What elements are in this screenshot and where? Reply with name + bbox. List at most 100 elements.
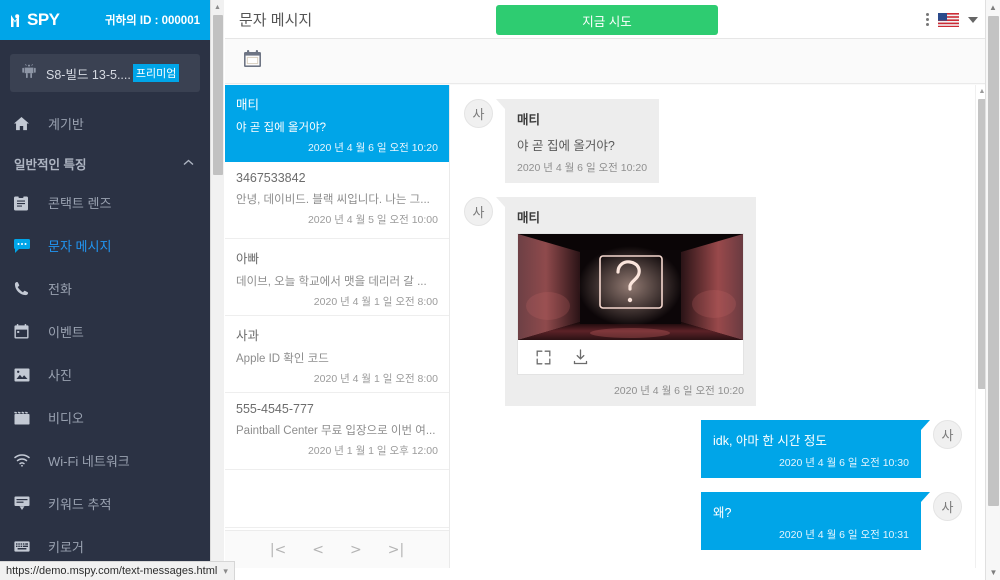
pager-first-button[interactable]: |<: [270, 542, 286, 558]
chevron-up-icon: [183, 158, 194, 169]
bubble-time: 2020 년 4 월 6 일 오전 10:20: [613, 385, 744, 397]
list-item[interactable]: 매티 야 곧 집에 올거야? 2020 년 4 월 6 일 오전 10:20: [225, 85, 449, 162]
device-selector[interactable]: S8-빌드 13-5.... 프리미엄: [10, 54, 200, 92]
browser-scrollbar[interactable]: ▲ ▼: [985, 0, 1000, 580]
chevron-down-icon[interactable]: [968, 16, 978, 23]
mspy-logo-text: SPY: [27, 10, 60, 29]
contacts-icon: [14, 194, 44, 211]
message-preview: Paintball Center 무료 입장으로 이번 여...: [236, 425, 436, 437]
calendar-icon: [14, 324, 44, 339]
sidebar-scroll-thumb[interactable]: [213, 15, 223, 175]
chat-bubble-outgoing[interactable]: 왜? 2020 년 4 월 6 일 오전 10:31: [701, 492, 930, 550]
message-time: 2020 년 4 월 6 일 오전 10:20: [307, 142, 438, 154]
message-preview: Apple ID 확인 코드: [236, 353, 329, 365]
pager-prev-button[interactable]: <: [312, 542, 324, 558]
android-icon: [18, 63, 40, 83]
keyboard-icon: [14, 541, 44, 552]
sidebar: SPY 귀하의 ID : 000001 S8-빌드 13-5.... 프리미엄: [0, 0, 210, 580]
message-time: 2020 년 1 월 1 일 오후 12:00: [307, 445, 438, 457]
message-preview: 야 곧 집에 올거야?: [236, 122, 327, 134]
sidebar-item-label: 전화: [48, 282, 72, 297]
sidebar-item-contacts[interactable]: 콘택트 렌즈: [0, 181, 210, 224]
list-empty-filler: [225, 470, 449, 528]
sidebar-section-general[interactable]: 일반적인 특징: [0, 145, 210, 181]
sidebar-item-calls[interactable]: 전화: [0, 267, 210, 310]
mspy-logo[interactable]: SPY: [10, 10, 60, 30]
video-icon: [14, 411, 44, 425]
calendar-filter-icon[interactable]: [243, 49, 262, 73]
panes: 매티 야 곧 집에 올거야? 2020 년 4 월 6 일 오전 10:20 3…: [225, 85, 988, 568]
message-sender: 555-4545-777: [236, 402, 314, 416]
list-item[interactable]: 아빠 데이브, 오늘 학교에서 맷을 데리러 갈 ... 2020 년 4 월 …: [225, 239, 449, 316]
chat-message-row: idk, 아마 한 시간 정도 2020 년 4 월 6 일 오전 10:30 …: [464, 420, 962, 478]
pager-next-button[interactable]: >: [350, 542, 362, 558]
keyword-icon: [14, 496, 44, 511]
sidebar-item-label: Wi-Fi 네트워크: [48, 454, 130, 469]
sidebar-item-label: 이벤트: [48, 325, 84, 340]
pagination-controls: |< < > >|: [225, 530, 449, 568]
app-root: SPY 귀하의 ID : 000001 S8-빌드 13-5.... 프리미엄: [0, 0, 1000, 580]
scroll-up-arrow-icon[interactable]: ▲: [986, 0, 1000, 15]
sidebar-scrollbar[interactable]: ▲: [210, 0, 224, 568]
message-time: 2020 년 4 월 1 일 오전 8:00: [313, 373, 438, 385]
sidebar-item-text-messages[interactable]: 문자 메시지: [0, 224, 210, 267]
scroll-up-arrow-icon[interactable]: ▲: [211, 0, 224, 14]
scroll-down-arrow-icon[interactable]: ▼: [986, 565, 1000, 580]
status-url: https://demo.mspy.com/text-messages.html: [6, 565, 218, 577]
bubble-time: 2020 년 4 월 6 일 오전 10:20: [517, 162, 648, 174]
content-toolbar: [225, 39, 988, 84]
bubble-time: 2020 년 4 월 6 일 오전 10:30: [778, 457, 909, 469]
bubble-sender: 매티: [517, 113, 541, 127]
mspy-logo-mark: [11, 13, 20, 27]
pager-last-button[interactable]: >|: [388, 542, 404, 558]
bubble-time: 2020 년 4 월 6 일 오전 10:31: [778, 529, 909, 541]
dark-corridor-question-mark-image[interactable]: [518, 234, 743, 340]
sidebar-item-events[interactable]: 이벤트: [0, 310, 210, 353]
sidebar-item-label: 콘택트 렌즈: [48, 196, 112, 211]
phone-icon: [14, 281, 44, 296]
sidebar-item-wifi[interactable]: Wi-Fi 네트워크: [0, 439, 210, 482]
avatar: 사: [933, 492, 962, 521]
sidebar-item-label: 문자 메시지: [48, 239, 112, 254]
try-now-button[interactable]: 지금 시도: [496, 5, 718, 35]
sidebar-item-keyword-tracking[interactable]: 키워드 추적: [0, 482, 210, 525]
content-area: 매티 야 곧 집에 올거야? 2020 년 4 월 6 일 오전 10:20 3…: [225, 39, 988, 568]
more-vertical-icon[interactable]: [926, 11, 929, 28]
bubble-text: idk, 아마 한 시간 정도: [713, 434, 827, 448]
avatar: 사: [464, 197, 493, 226]
list-item[interactable]: 555-4545-777 Paintball Center 무료 입장으로 이번…: [225, 393, 449, 470]
chat-bubble-incoming-media[interactable]: 매티 2020 년 4 월 6 일 오전 10:20: [496, 197, 756, 406]
list-item[interactable]: 3467533842 안녕, 데이비드. 블랙 씨입니다. 나는 그... 20…: [225, 162, 449, 239]
us-flag-icon[interactable]: [938, 12, 959, 27]
chat-message-row: 사 매티 야 곧 집에 올거야? 2020 년 4 월 6 일 오전 10:20: [464, 99, 962, 183]
sidebar-item-dashboard[interactable]: 계기반: [0, 102, 210, 145]
top-header: 문자 메시지 지금 시도: [225, 0, 988, 39]
premium-badge: 프리미엄: [132, 64, 180, 82]
browser-scroll-thumb[interactable]: [988, 16, 999, 506]
expand-icon[interactable]: [536, 350, 551, 365]
message-sender: 사과: [236, 329, 260, 343]
page-title: 문자 메시지: [239, 11, 313, 29]
device-name: S8-빌드 13-5....: [46, 67, 131, 82]
sidebar-item-label: 계기반: [48, 117, 84, 132]
chat-bubble-incoming[interactable]: 매티 야 곧 집에 올거야? 2020 년 4 월 6 일 오전 10:20: [495, 99, 660, 183]
chat-bubble-outgoing[interactable]: idk, 아마 한 시간 정도 2020 년 4 월 6 일 오전 10:30: [701, 420, 930, 478]
bubble-text: 야 곧 집에 올거야?: [517, 139, 615, 153]
message-time: 2020 년 4 월 5 일 오전 10:00: [307, 214, 438, 226]
chat-message-row: 왜? 2020 년 4 월 6 일 오전 10:31 사: [464, 492, 962, 550]
sidebar-item-label: 키워드 추적: [48, 497, 112, 512]
account-id: 귀하의 ID : 000001: [104, 15, 200, 27]
sidebar-item-videos[interactable]: 비디오: [0, 396, 210, 439]
sidebar-item-label: 비디오: [48, 411, 84, 426]
sidebar-item-photos[interactable]: 사진: [0, 353, 210, 396]
message-preview: 안녕, 데이비드. 블랙 씨입니다. 나는 그...: [236, 194, 430, 206]
sidebar-item-label: 키로거: [48, 540, 84, 555]
status-truncation-icon: ▾: [223, 565, 228, 576]
wifi-icon: [14, 454, 44, 467]
avatar: 사: [464, 99, 493, 128]
list-item[interactable]: 사과 Apple ID 확인 코드 2020 년 4 월 1 일 오전 8:00: [225, 316, 449, 393]
message-list-panel: 매티 야 곧 집에 올거야? 2020 년 4 월 6 일 오전 10:20 3…: [225, 85, 450, 568]
download-icon[interactable]: [573, 349, 588, 365]
sidebar-item-label: 사진: [48, 368, 72, 383]
message-preview: 데이브, 오늘 학교에서 맷을 데리러 갈 ...: [236, 276, 427, 288]
